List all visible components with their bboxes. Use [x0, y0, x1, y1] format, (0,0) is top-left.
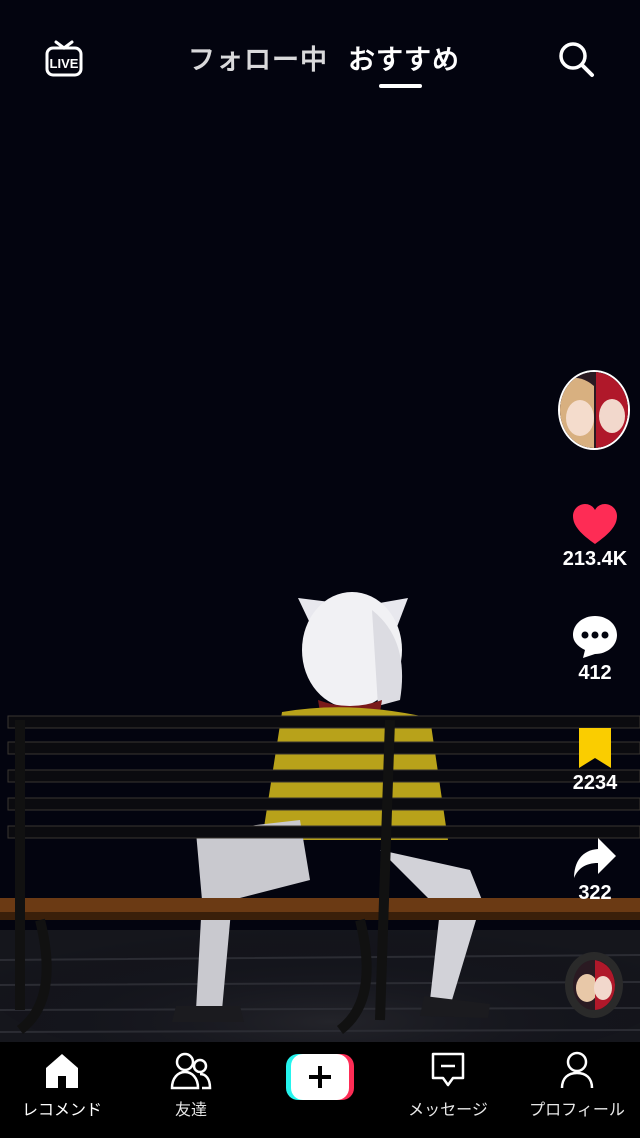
comment-count: 412: [578, 662, 612, 684]
video-frame-bench-scene: [0, 592, 640, 1042]
search-icon[interactable]: [557, 40, 595, 78]
tab-following[interactable]: フォロー中: [188, 38, 328, 77]
save-count: 2234: [572, 772, 618, 794]
save-button[interactable]: 2234: [550, 726, 640, 795]
top-bar: LIVE フォロー中 おすすめ: [0, 0, 640, 110]
creator-avatar[interactable]: [558, 370, 630, 450]
music-disc[interactable]: [565, 952, 623, 1018]
home-icon: [46, 1054, 78, 1088]
nav-profile-label: プロフィール: [529, 1100, 625, 1119]
friends-icon: [170, 1052, 212, 1090]
comment-button[interactable]: 412: [550, 614, 640, 685]
share-arrow-icon: [574, 838, 616, 878]
nav-friends[interactable]: 友達: [141, 1042, 241, 1138]
profile-icon: [560, 1051, 594, 1089]
bookmark-icon: [579, 728, 611, 768]
video-player[interactable]: [0, 0, 640, 1042]
comment-icon: [573, 616, 617, 658]
nav-inbox[interactable]: メッセージ: [398, 1042, 498, 1138]
active-tab-indicator: [379, 84, 422, 88]
nav-profile[interactable]: プロフィール: [522, 1042, 632, 1138]
nav-inbox-label: メッセージ: [408, 1100, 488, 1119]
heart-icon: [573, 504, 617, 544]
tab-for-you[interactable]: おすすめ: [348, 38, 460, 77]
nav-friends-label: 友達: [174, 1100, 207, 1119]
like-count: 213.4K: [562, 548, 628, 570]
nav-home[interactable]: レコメンド: [12, 1042, 112, 1138]
like-button[interactable]: 213.4K: [550, 502, 640, 571]
create-button[interactable]: [282, 1042, 358, 1138]
bottom-navigation: レコメンド 友達 メッセージ プロフィール: [0, 1042, 640, 1138]
plus-icon: [286, 1054, 354, 1100]
feed-tabs: フォロー中 おすすめ: [0, 38, 640, 88]
inbox-icon: [431, 1052, 465, 1087]
share-count: 322: [578, 882, 612, 904]
nav-home-label: レコメンド: [21, 1100, 102, 1119]
share-button[interactable]: 322: [550, 836, 640, 905]
